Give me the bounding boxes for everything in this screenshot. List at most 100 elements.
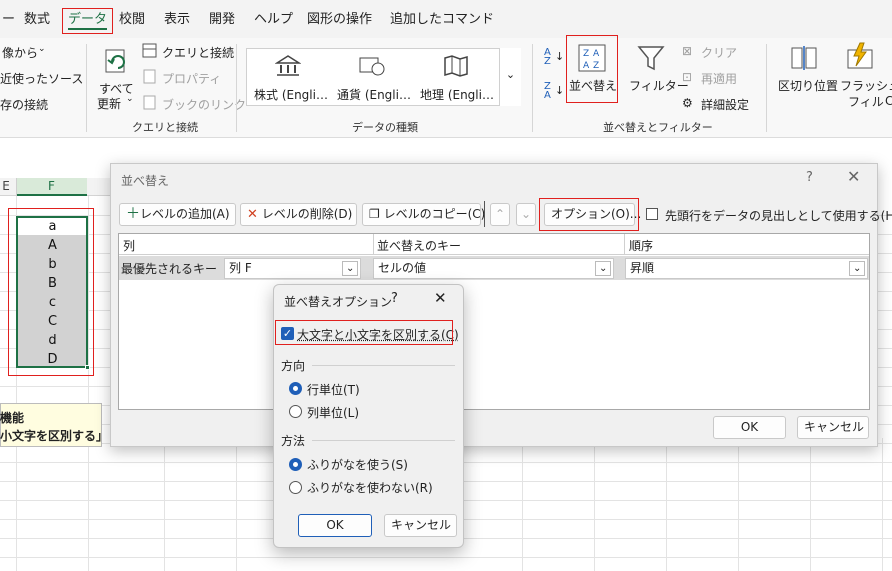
from-picture-button[interactable]: 像から (2, 44, 38, 61)
recent-sources-button[interactable]: 近使ったソース (0, 70, 83, 87)
refresh-all-label2[interactable]: 更新 (97, 95, 121, 112)
gallery-more-button[interactable]: ⌄ (499, 48, 521, 106)
text-to-columns-icon (790, 44, 818, 72)
text-to-columns-button[interactable]: 区切り位置 (778, 77, 838, 94)
grid-header (119, 234, 869, 255)
queries-connections-button[interactable]: クエリと接続 (162, 44, 234, 61)
tab-partial[interactable]: ー (2, 10, 15, 30)
tab-added-commands[interactable]: 追加したコマンド (390, 10, 494, 30)
tab-shape-format[interactable]: 図形の操作 (307, 10, 372, 30)
chevron-down-icon: ⌄ (342, 261, 358, 276)
tab-review[interactable]: 校閲 (119, 10, 145, 30)
clear-button[interactable]: クリア (701, 44, 737, 61)
use-furigana-label[interactable]: ふりがなを使う(S) (307, 456, 408, 473)
group-separator (86, 44, 87, 132)
by-columns-label[interactable]: 列単位(L) (307, 404, 359, 421)
by-rows-label[interactable]: 行単位(T) (307, 381, 360, 398)
close-icon[interactable]: ✕ (434, 289, 447, 307)
filter-icon (637, 44, 665, 72)
chevron-down-icon: ⌄ (849, 261, 865, 276)
use-furigana-radio[interactable] (289, 458, 302, 471)
properties-button[interactable]: プロパティ (162, 70, 221, 87)
cancel-button[interactable]: キャンセル (384, 514, 457, 537)
sort-key-header: 並べ替えのキー (377, 237, 461, 254)
direction-label: 方向 (281, 357, 305, 374)
note-line-2: 小文字を区別する」 (0, 427, 108, 444)
sort-options-dialog: 並べ替えオプション ? ✕ ✓ 大文字と小文字を区別する(C) 方向 行単位(T… (273, 284, 464, 548)
help-button[interactable]: ? (391, 291, 398, 306)
geography-icon (443, 54, 469, 78)
column-header-e[interactable]: E (0, 178, 12, 196)
sort-on-select[interactable]: セルの値 ⌄ (373, 258, 614, 279)
sort-filter-group-label: 並べ替えとフィルター (603, 119, 713, 135)
order-select[interactable]: 昇順 ⌄ (625, 258, 868, 279)
sort-dialog: 並べ替え ? ✕ ＋レベルの追加(A) ✕ レベルの削除(D) ❐ レベルのコピ… (110, 163, 878, 447)
ok-button[interactable]: OK (298, 514, 372, 537)
stocks-icon (275, 54, 301, 78)
refresh-all-icon (104, 48, 130, 76)
options-button-highlight (539, 198, 639, 231)
group-separator (236, 44, 237, 132)
clear-icon: ⊠ (682, 44, 692, 58)
flash-fill-label2[interactable]: フィル (848, 93, 884, 110)
range-highlight (8, 208, 94, 376)
partial-icon: C (885, 94, 892, 108)
header-checkbox-label[interactable]: 先頭行をデータの見出しとして使用する(H) (665, 207, 892, 224)
filter-button[interactable]: フィルター (629, 77, 689, 94)
by-rows-radio[interactable] (289, 382, 302, 395)
by-columns-radio[interactable] (289, 405, 302, 418)
flash-fill-label[interactable]: フラッシュ (840, 77, 892, 94)
reapply-icon: ⊡ (682, 70, 692, 84)
cancel-button[interactable]: キャンセル (797, 416, 869, 439)
properties-icon (142, 69, 158, 85)
edit-links-icon (142, 95, 158, 111)
advanced-filter-button[interactable]: 詳細設定 (701, 96, 749, 113)
method-label: 方法 (281, 432, 305, 449)
delete-level-button[interactable]: ✕ レベルの削除(D) (240, 203, 357, 226)
currency-button[interactable]: 通貨 (Engli… (337, 86, 411, 103)
move-down-button[interactable]: ⌄ (516, 203, 536, 226)
help-button[interactable]: ? (806, 170, 813, 185)
move-up-button[interactable]: ⌃ (490, 203, 510, 226)
tab-formulas[interactable]: 数式 (24, 10, 50, 30)
advanced-filter-icon: ⚙ (682, 96, 693, 110)
stocks-button[interactable]: 株式 (Engli… (254, 86, 328, 103)
options-dialog-title: 並べ替えオプション (284, 293, 392, 310)
header-checkbox[interactable] (646, 208, 658, 220)
tab-help[interactable]: ヘルプ (254, 10, 293, 30)
column-header-f[interactable]: F (16, 178, 87, 196)
ribbon-tab-bar: ー 数式 データ 校閲 表示 開発 ヘルプ 図形の操作 追加したコマンド (0, 0, 892, 38)
close-icon[interactable]: ✕ (847, 167, 860, 186)
arrow-down-icon: ↓ (555, 50, 564, 63)
no-furigana-radio[interactable] (289, 481, 302, 494)
data-types-group-label: データの種類 (352, 119, 418, 135)
chevron-down-icon: ⌄ (595, 261, 611, 276)
tab-view[interactable]: 表示 (164, 10, 190, 30)
plus-icon: ＋ (126, 206, 140, 222)
copy-icon: ❐ (369, 207, 380, 221)
sort-by-label: 最優先されるキー (121, 260, 217, 277)
reapply-button[interactable]: 再適用 (701, 70, 737, 87)
queries-connections-icon (142, 43, 158, 59)
tab-data-highlight (62, 8, 113, 34)
no-furigana-label[interactable]: ふりがなを使わない(R) (307, 479, 433, 496)
geography-button[interactable]: 地理 (Engli… (420, 86, 494, 103)
copy-level-button[interactable]: ❐ レベルのコピー(C) (362, 203, 481, 226)
toolbar-separator (484, 201, 485, 227)
case-sensitive-highlight (275, 320, 453, 345)
sort-dialog-title: 並べ替え (121, 172, 169, 189)
tab-developer[interactable]: 開発 (209, 10, 235, 30)
queries-group-label: クエリと接続 (132, 119, 198, 135)
column-header: 列 (123, 237, 135, 254)
existing-connections-button[interactable]: 存の接続 (0, 96, 48, 113)
add-level-button[interactable]: ＋レベルの追加(A) (119, 203, 236, 226)
flash-fill-icon (846, 42, 876, 72)
x-icon: ✕ (247, 207, 258, 222)
group-separator (532, 44, 533, 132)
edit-links-button[interactable]: ブックのリンク (162, 96, 246, 113)
order-header: 順序 (629, 237, 653, 254)
currency-icon (358, 54, 386, 78)
ok-button[interactable]: OK (713, 416, 786, 439)
ribbon: 像から ⌄ 近使ったソース 存の接続 すべて 更新 ⌄ クエリと接続 プロパティ… (0, 38, 892, 138)
column-select[interactable]: 列 F ⌄ (224, 258, 361, 279)
